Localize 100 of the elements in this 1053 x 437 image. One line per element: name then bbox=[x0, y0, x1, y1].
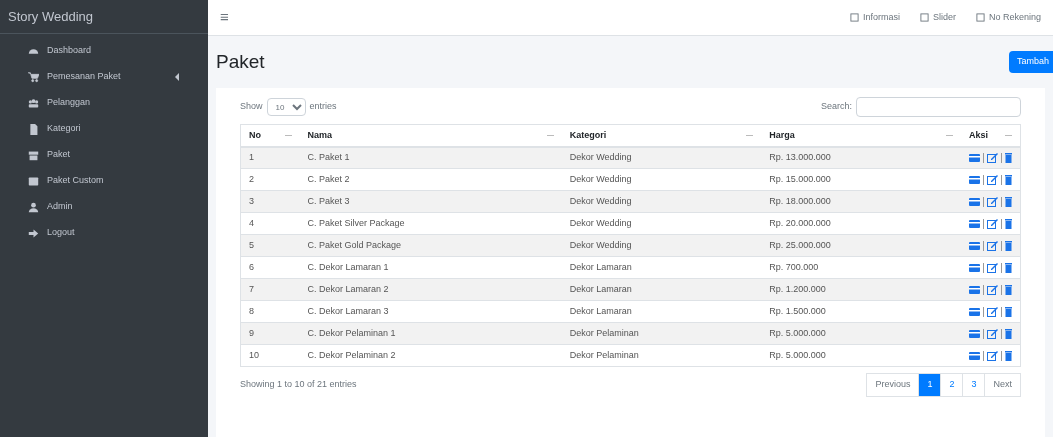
edit-icon[interactable] bbox=[987, 174, 998, 185]
card-icon[interactable] bbox=[969, 219, 980, 228]
trash-icon[interactable] bbox=[1005, 328, 1012, 339]
column-header[interactable]: Kategori bbox=[561, 124, 762, 147]
edit-icon[interactable] bbox=[987, 306, 998, 317]
table-cell: 10 bbox=[249, 349, 259, 360]
page-button[interactable]: 2 bbox=[940, 373, 964, 397]
table-cell: C. Paket 2 bbox=[307, 173, 350, 184]
column-header[interactable]: Harga bbox=[761, 124, 961, 147]
sidebar-item[interactable]: Pelanggan bbox=[0, 90, 208, 116]
users-icon bbox=[28, 97, 39, 109]
arrow-icon bbox=[28, 227, 39, 239]
trash-icon[interactable] bbox=[1005, 306, 1012, 317]
table-cell: 1 bbox=[249, 152, 254, 162]
table-cell: Dekor Pelaminan bbox=[569, 327, 639, 338]
table-cell: C. Paket Silver Package bbox=[307, 217, 405, 228]
sidebar-item[interactable]: Kategori bbox=[0, 116, 208, 142]
table-cell: C. Paket 1 bbox=[307, 152, 350, 162]
trash-icon[interactable] bbox=[1005, 218, 1012, 229]
page-button[interactable]: 3 bbox=[962, 373, 986, 397]
sort-icon bbox=[746, 132, 754, 138]
sidebar-item[interactable]: Paket bbox=[0, 142, 208, 168]
edit-icon[interactable] bbox=[987, 262, 998, 273]
table-cell: Dekor Lamaran bbox=[569, 305, 632, 316]
page-size-select[interactable]: 10 bbox=[266, 98, 306, 116]
table-info: Showing 1 to 10 of 21 entries bbox=[240, 378, 357, 392]
sidebar-item[interactable]: Pemesanan Paket bbox=[0, 64, 208, 90]
box-icon bbox=[28, 149, 39, 161]
card-icon[interactable] bbox=[969, 307, 980, 316]
menu-icon[interactable]: ≡ bbox=[220, 6, 229, 29]
sort-icon bbox=[946, 132, 953, 138]
sidebar-item[interactable]: Dashboard bbox=[0, 38, 208, 64]
trash-icon[interactable] bbox=[1005, 350, 1012, 361]
edit-icon[interactable] bbox=[987, 196, 998, 207]
nav-link[interactable]: Slider bbox=[919, 10, 956, 25]
edit-icon[interactable] bbox=[987, 240, 998, 251]
cart-icon bbox=[28, 71, 39, 83]
table-cell: 6 bbox=[249, 261, 254, 272]
table-cell: Rp. 700.000 bbox=[769, 261, 819, 272]
edit-icon[interactable] bbox=[987, 152, 998, 163]
edit-icon[interactable] bbox=[987, 350, 998, 361]
show-label: Show bbox=[240, 100, 263, 114]
card-icon[interactable] bbox=[969, 263, 980, 272]
sidebar-item[interactable]: Paket Custom bbox=[0, 168, 208, 194]
table-cell: Dekor Wedding bbox=[569, 195, 632, 206]
search-field[interactable] bbox=[856, 97, 1021, 117]
table-cell: Rp. 5.000.000 bbox=[769, 349, 826, 360]
table-cell: C. Dekor Pelaminan 2 bbox=[307, 349, 396, 360]
table-cell: Rp. 13.000.000 bbox=[769, 152, 831, 162]
table-cell: C. Dekor Lamaran 1 bbox=[307, 261, 389, 272]
table-cell: 3 bbox=[249, 195, 254, 206]
edit-icon[interactable] bbox=[987, 284, 998, 295]
column-header[interactable]: Nama bbox=[299, 124, 562, 147]
table-cell: 7 bbox=[249, 283, 254, 294]
sort-icon bbox=[284, 132, 292, 138]
card-icon[interactable] bbox=[969, 351, 980, 360]
pagination-link[interactable]: Previous bbox=[866, 373, 920, 397]
table-cell: Rp. 18.000.000 bbox=[769, 195, 831, 206]
sidebar-item[interactable]: Logout bbox=[0, 220, 208, 246]
search-label: Search: bbox=[820, 100, 852, 114]
window-icon bbox=[975, 13, 985, 22]
column-header[interactable]: Aksi bbox=[961, 124, 1021, 147]
table-cell: 8 bbox=[249, 305, 254, 316]
user-icon bbox=[28, 201, 39, 213]
trash-icon[interactable] bbox=[1005, 152, 1012, 163]
sidebar-item[interactable]: Admin bbox=[0, 194, 208, 220]
table-cell: C. Paket 3 bbox=[307, 195, 350, 206]
table-cell: 5 bbox=[249, 239, 254, 250]
card-icon[interactable] bbox=[969, 241, 980, 250]
card-icon[interactable] bbox=[969, 197, 980, 206]
trash-icon[interactable] bbox=[1005, 240, 1012, 251]
table-cell: Rp. 25.000.000 bbox=[769, 239, 831, 250]
card-icon[interactable] bbox=[969, 153, 980, 162]
pagination-link[interactable]: Next bbox=[984, 373, 1021, 397]
card-icon bbox=[28, 175, 39, 187]
nav-link[interactable]: Informasi bbox=[849, 10, 900, 25]
page-title: Paket bbox=[216, 49, 265, 74]
card-icon[interactable] bbox=[969, 285, 980, 294]
table-cell: 2 bbox=[249, 173, 254, 184]
sort-icon bbox=[1005, 132, 1012, 138]
table-cell: 4 bbox=[249, 217, 254, 228]
add-button[interactable]: Tambah bbox=[1008, 51, 1053, 73]
table-cell: Rp. 5.000.000 bbox=[769, 327, 826, 338]
trash-icon[interactable] bbox=[1005, 284, 1012, 295]
brand-title: Story Wedding bbox=[8, 7, 94, 26]
table-cell: Dekor Wedding bbox=[569, 217, 632, 228]
table-cell: Rp. 1.200.000 bbox=[769, 283, 826, 294]
page-button[interactable]: 1 bbox=[918, 373, 942, 397]
edit-icon[interactable] bbox=[987, 328, 998, 339]
trash-icon[interactable] bbox=[1005, 196, 1012, 207]
table-cell: C. Dekor Lamaran 2 bbox=[307, 283, 389, 294]
trash-icon[interactable] bbox=[1005, 174, 1012, 185]
card-icon[interactable] bbox=[969, 175, 980, 184]
edit-icon[interactable] bbox=[987, 218, 998, 229]
window-icon bbox=[919, 13, 929, 22]
trash-icon[interactable] bbox=[1005, 262, 1012, 273]
nav-link[interactable]: No Rekening bbox=[975, 10, 1041, 25]
card-icon[interactable] bbox=[969, 329, 980, 338]
column-header[interactable]: No bbox=[240, 124, 300, 147]
file-icon bbox=[28, 123, 39, 135]
